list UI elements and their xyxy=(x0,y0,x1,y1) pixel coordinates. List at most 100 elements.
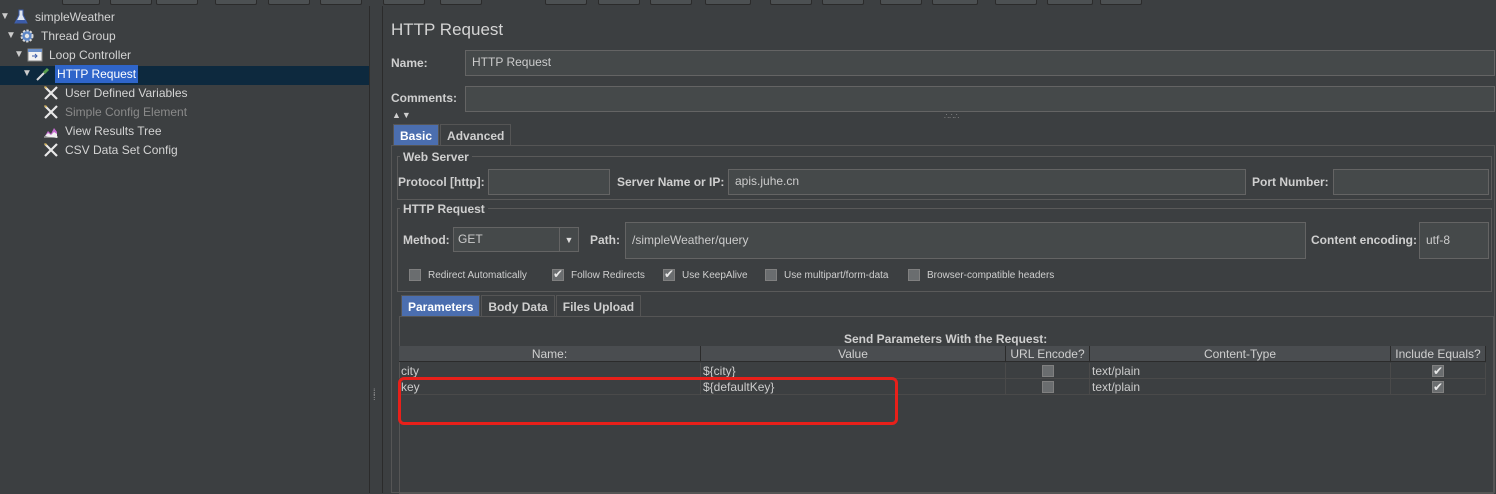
toolbar-button[interactable] xyxy=(268,0,310,5)
content-type-cell[interactable]: text/plain xyxy=(1090,363,1391,379)
port-number-field[interactable] xyxy=(1333,169,1489,195)
collapse-arrows-icon[interactable]: ▲▼ xyxy=(392,110,412,120)
tree-item-label: HTTP Request xyxy=(55,65,139,83)
column-header-value[interactable]: Value xyxy=(701,346,1006,362)
resize-handle-icon[interactable]: ∴∴∴ xyxy=(944,112,959,121)
protocol-field[interactable] xyxy=(488,169,610,195)
chevron-down-icon[interactable]: ▼ xyxy=(559,228,578,251)
url-encode-cell[interactable] xyxy=(1006,379,1090,395)
tree-item-label: View Results Tree xyxy=(65,124,162,138)
column-header-content-type[interactable]: Content-Type xyxy=(1090,346,1391,362)
tree-item-label: Loop Controller xyxy=(49,48,132,62)
content-encoding-field[interactable]: utf-8 xyxy=(1419,222,1489,259)
include-equals-checkbox[interactable] xyxy=(1432,379,1444,394)
expand-arrow-icon[interactable]: ▼ xyxy=(14,46,24,64)
include-equals-cell[interactable] xyxy=(1391,363,1486,379)
tree-item-simpleweather[interactable]: ▼ simpleWeather xyxy=(0,8,117,26)
tab-advanced[interactable]: Advanced xyxy=(440,124,512,145)
checkbox-label: Redirect Automatically xyxy=(428,269,527,281)
use-multipart-checkbox[interactable]: Use multipart/form-data xyxy=(765,269,888,281)
splitter-grip-icon[interactable]: ⁞ ⁞ xyxy=(373,388,379,404)
method-select[interactable]: GET ▼ xyxy=(453,227,579,252)
tab-parameters[interactable]: Parameters xyxy=(401,295,481,316)
toolbar-button[interactable] xyxy=(705,0,751,5)
tree-item-thread-group[interactable]: ▼ Thread Group xyxy=(6,27,118,45)
toolbar-button[interactable] xyxy=(1047,0,1093,5)
tree-item-label: User Defined Variables xyxy=(65,86,188,100)
params-table-title: Send Parameters With the Request: xyxy=(844,332,1048,346)
checkbox-box[interactable] xyxy=(409,269,421,281)
toolbar-button[interactable] xyxy=(383,0,425,5)
wrench-icon xyxy=(42,142,60,158)
content-type-cell[interactable]: text/plain xyxy=(1090,379,1391,395)
tree-item-view-results-tree[interactable]: View Results Tree xyxy=(42,122,164,140)
toolbar-button[interactable] xyxy=(440,0,482,5)
column-header-url-encode[interactable]: URL Encode? xyxy=(1006,346,1090,362)
tab-body-data[interactable]: Body Data xyxy=(481,295,555,316)
name-label: Name: xyxy=(391,56,428,70)
checkbox-box[interactable] xyxy=(765,269,777,281)
main-tabs: Basic Advanced xyxy=(393,124,512,145)
name-field[interactable]: HTTP Request xyxy=(465,50,1495,76)
column-header-include-equals[interactable]: Include Equals? xyxy=(1391,346,1486,362)
web-server-title: Web Server xyxy=(400,150,472,164)
panel-splitter[interactable]: ⁞ ⁞ xyxy=(369,6,383,493)
toolbar-button[interactable] xyxy=(110,0,152,5)
tree-item-http-request[interactable]: ▼ HTTP Request xyxy=(22,65,139,83)
tree-item-user-defined-variables[interactable]: User Defined Variables xyxy=(42,84,190,102)
tree-item-simple-config-element[interactable]: Simple Config Element xyxy=(42,103,189,121)
tree-item-loop-controller[interactable]: ▼ Loop Controller xyxy=(14,46,133,64)
expand-arrow-icon[interactable]: ▼ xyxy=(6,27,16,45)
tree-item-label: simpleWeather xyxy=(35,10,115,24)
toolbar-button[interactable] xyxy=(880,0,922,5)
checkbox-label: Browser-compatible headers xyxy=(927,269,1055,281)
method-value: GET xyxy=(458,232,483,246)
checkbox-box[interactable] xyxy=(663,267,675,281)
browser-compatible-headers-checkbox[interactable]: Browser-compatible headers xyxy=(908,269,1054,281)
toolbar-button[interactable] xyxy=(932,0,978,5)
path-field[interactable]: /simpleWeather/query xyxy=(625,222,1306,259)
toolbar-button[interactable] xyxy=(62,0,100,5)
url-encode-cell[interactable] xyxy=(1006,363,1090,379)
checkbox-box[interactable] xyxy=(552,267,564,281)
url-encode-checkbox[interactable] xyxy=(1041,380,1054,393)
use-keepalive-checkbox[interactable]: Use KeepAlive xyxy=(663,267,748,281)
toolbar-button[interactable] xyxy=(995,0,1037,5)
column-header-name[interactable]: Name: xyxy=(399,346,701,362)
wrench-icon xyxy=(42,85,60,101)
wrench-icon xyxy=(42,104,60,120)
redirect-automatically-checkbox[interactable]: Redirect Automatically xyxy=(409,269,527,281)
include-equals-checkbox[interactable] xyxy=(1432,363,1444,378)
method-label: Method: xyxy=(403,233,450,247)
toolbar-button[interactable] xyxy=(156,0,198,5)
tab-files-upload[interactable]: Files Upload xyxy=(555,295,642,316)
follow-redirects-checkbox[interactable]: Follow Redirects xyxy=(552,267,645,281)
checkbox-box[interactable] xyxy=(908,269,920,281)
expand-arrow-icon[interactable]: ▼ xyxy=(22,65,32,83)
checkbox-label: Follow Redirects xyxy=(571,269,645,281)
url-encode-checkbox[interactable] xyxy=(1041,364,1054,377)
comments-field[interactable] xyxy=(465,86,1495,112)
server-name-field[interactable]: apis.juhe.cn xyxy=(728,169,1246,195)
toolbar-button[interactable] xyxy=(598,0,640,5)
comments-label: Comments: xyxy=(391,91,458,105)
toolbar-button[interactable] xyxy=(320,0,362,5)
gear-icon xyxy=(18,28,36,44)
server-name-label: Server Name or IP: xyxy=(617,175,725,189)
include-equals-cell[interactable] xyxy=(1391,379,1486,395)
toolbar-button[interactable] xyxy=(770,0,812,5)
toolbar-button[interactable] xyxy=(545,0,587,5)
highlight-annotation xyxy=(398,377,898,425)
test-plan-tree: ▼ simpleWeather ▼ Thread Group ▼ Loop Co… xyxy=(0,6,369,493)
tree-item-csv-data-set-config[interactable]: CSV Data Set Config xyxy=(42,141,180,159)
basic-tab-body: Web Server Protocol [http]: Server Name … xyxy=(391,145,1495,494)
tab-basic[interactable]: Basic xyxy=(393,124,440,145)
flask-icon xyxy=(12,9,30,25)
checkbox-label: Use multipart/form-data xyxy=(784,269,889,281)
toolbar-button[interactable] xyxy=(650,0,692,5)
loop-controller-icon xyxy=(26,47,44,63)
toolbar-button[interactable] xyxy=(215,0,257,5)
toolbar-button[interactable] xyxy=(1100,0,1142,5)
expand-arrow-icon[interactable]: ▼ xyxy=(0,8,10,26)
toolbar-button[interactable] xyxy=(822,0,864,5)
